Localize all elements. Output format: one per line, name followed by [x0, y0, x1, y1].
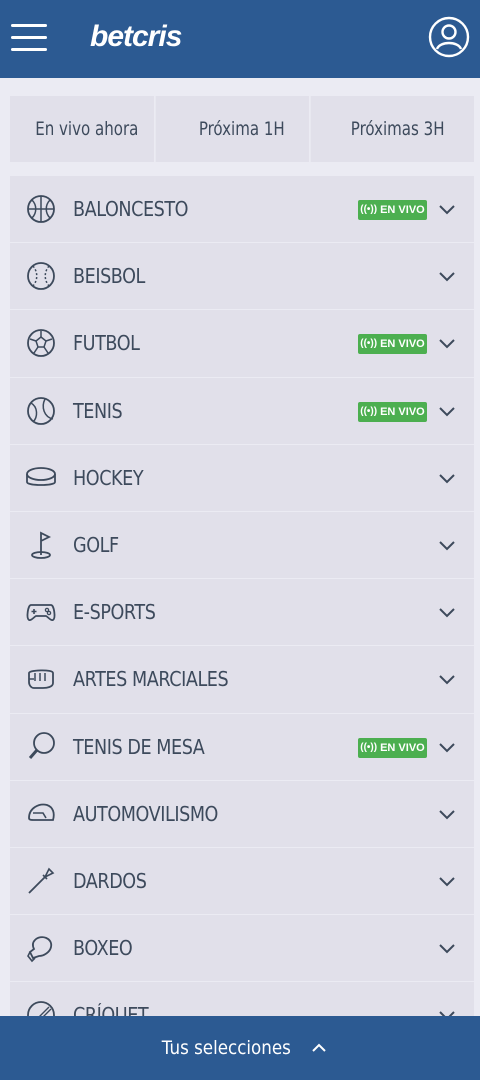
cricket-ball-icon [27, 1001, 55, 1016]
betcris-logo[interactable]: betcris [90, 17, 182, 57]
chevron-down-icon[interactable] [438, 471, 456, 485]
ping-pong-paddle-icon [28, 731, 55, 759]
sport-row-baloncesto[interactable]: BALONCESTO ((•)) EN VIVO [10, 176, 474, 244]
tennis-ball-icon [27, 396, 55, 425]
sport-label: FUTBOL [73, 331, 140, 356]
sport-row-futbol[interactable]: FUTBOL ((•)) EN VIVO [10, 310, 474, 378]
live-badge: ((•)) EN VIVO [358, 401, 427, 422]
sport-label: BOXEO [73, 936, 133, 961]
sport-label: CRÍQUET [73, 1003, 149, 1016]
chevron-down-icon[interactable] [438, 404, 456, 418]
hockey-puck-icon [26, 466, 56, 486]
chevron-down-icon[interactable] [438, 269, 456, 283]
baseball-icon [27, 262, 55, 291]
chevron-down-icon[interactable] [438, 672, 456, 686]
live-badge-text: EN VIVO [380, 204, 425, 216]
sport-label: GOLF [73, 532, 119, 557]
tus-selecciones-bar[interactable]: Tus selecciones [0, 1016, 480, 1080]
sport-label: TENIS DE MESA [73, 734, 205, 759]
time-filter-bar: En vivo ahora Próxima 1H Próximas 3H [10, 96, 474, 162]
chevron-down-icon[interactable] [438, 1008, 456, 1016]
chevron-down-icon[interactable] [438, 874, 456, 888]
golf-flag-icon [31, 531, 52, 559]
broadcast-icon: ((•)) [360, 405, 378, 417]
chevron-down-icon[interactable] [438, 807, 456, 821]
sport-label: AUTOMOVILISMO [73, 801, 218, 826]
sport-label: ARTES MARCIALES [73, 667, 229, 692]
user-account-icon[interactable] [428, 16, 470, 58]
boxing-glove-icon [27, 936, 53, 963]
fist-icon [28, 669, 54, 690]
chevron-down-icon[interactable] [438, 740, 456, 754]
live-badge-text: EN VIVO [380, 338, 425, 351]
sport-row-beisbol[interactable]: BEISBOL [10, 243, 474, 311]
live-badge-text: EN VIVO [380, 741, 425, 754]
sport-row-cr-quet[interactable]: CRÍQUET [10, 982, 474, 1016]
live-badge-text: EN VIVO [380, 405, 425, 418]
sport-label: HOCKEY [73, 465, 144, 490]
tab-en-vivo-ahora[interactable]: En vivo ahora [19, 96, 157, 162]
sports-list: BALONCESTO ((•)) EN VIVO BEISBOL FUTBOL ((•))… [10, 176, 474, 1016]
sport-row-boxeo[interactable]: BOXEO [10, 915, 474, 983]
sport-label: TENIS [73, 398, 123, 423]
broadcast-icon: ((•)) [360, 338, 378, 350]
gamepad-icon [26, 604, 56, 622]
soccer-ball-icon [27, 329, 55, 358]
top-app-bar: betcris [0, 0, 480, 78]
broadcast-icon: ((•)) [360, 204, 378, 215]
broadcast-icon: ((•)) [360, 741, 378, 753]
sport-label: BEISBOL [73, 264, 145, 289]
tab-proxima-1h[interactable]: Próxima 1H [175, 96, 312, 162]
dart-icon [28, 867, 55, 894]
tus-selecciones-label: Tus selecciones [161, 1037, 291, 1059]
sport-row-dardos[interactable]: DARDOS [10, 848, 474, 916]
sport-row-tenis[interactable]: TENIS ((•)) EN VIVO [10, 378, 474, 445]
hamburger-menu-icon[interactable] [11, 24, 47, 52]
live-badge: ((•)) EN VIVO [358, 200, 427, 220]
chevron-down-icon[interactable] [438, 605, 456, 619]
sport-row-hockey[interactable]: HOCKEY [10, 445, 474, 512]
chevron-down-icon[interactable] [438, 941, 456, 955]
main-content: En vivo ahora Próxima 1H Próximas 3H BAL… [0, 78, 480, 1016]
chevron-down-icon[interactable] [438, 202, 456, 216]
sport-label: E-SPORTS [73, 600, 156, 625]
chevron-down-icon[interactable] [438, 336, 456, 350]
chevron-down-icon[interactable] [438, 538, 456, 552]
sport-label: DARDOS [73, 868, 147, 893]
sport-row-automovilismo[interactable]: AUTOMOVILISMO [10, 781, 474, 848]
chevron-up-icon [312, 1043, 327, 1052]
racing-helmet-icon [28, 803, 55, 821]
sport-row-artes-marciales[interactable]: ARTES MARCIALES [10, 646, 474, 714]
live-badge: ((•)) EN VIVO [358, 737, 427, 758]
basketball-icon [27, 195, 55, 223]
sport-row-tenis-de-mesa[interactable]: TENIS DE MESA ((•)) EN VIVO [10, 714, 474, 781]
sport-row-e-sports[interactable]: E-SPORTS [10, 579, 474, 647]
sport-row-golf[interactable]: GOLF [10, 512, 474, 580]
tab-proximas-3h[interactable]: Próximas 3H [330, 96, 465, 162]
sport-label: BALONCESTO [73, 197, 189, 221]
live-badge: ((•)) EN VIVO [358, 334, 427, 355]
